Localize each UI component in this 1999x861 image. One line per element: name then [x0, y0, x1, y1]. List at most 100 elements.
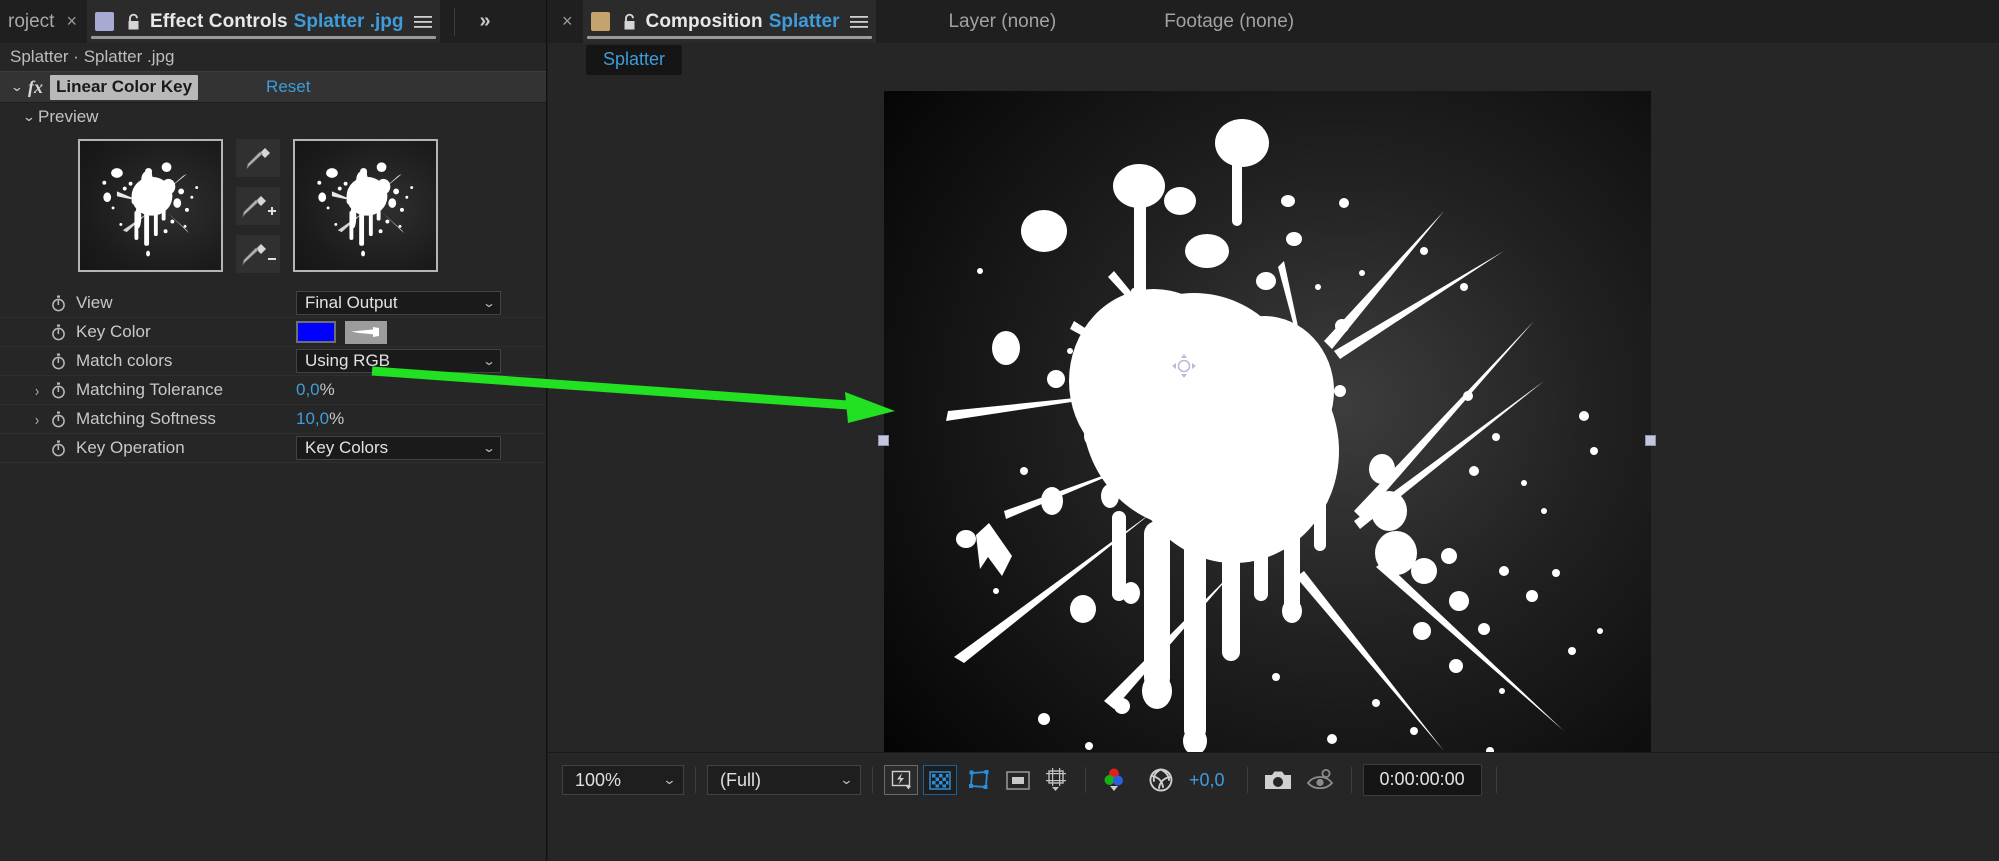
left-panel-tabbar: roject × Effect Controls Splatter .jpg »: [0, 0, 546, 43]
thumbnail-splatter-art: [102, 162, 199, 257]
close-icon[interactable]: ×: [66, 11, 77, 32]
toolbar-divider: [1246, 767, 1248, 793]
eyedropper-plus-icon[interactable]: [236, 187, 280, 225]
param-row-view[interactable]: › View Final Output ⌄: [0, 289, 546, 318]
chevron-down-icon: ⌄: [482, 441, 496, 455]
param-row-key-operation[interactable]: › Key Operation Key Colors ⌄: [0, 434, 546, 463]
expand-arrow-icon[interactable]: ›: [27, 381, 47, 399]
channel-rgb-icon[interactable]: [1097, 765, 1133, 795]
stopwatch-icon[interactable]: [47, 353, 69, 370]
effect-name-label[interactable]: Linear Color Key: [50, 74, 199, 100]
toolbar-divider: [695, 767, 696, 793]
expand-arrow-placeholder: ›: [27, 352, 47, 370]
exposure-value[interactable]: +0,0: [1189, 770, 1225, 791]
panel-menu-icon[interactable]: [850, 15, 869, 29]
tab-layer[interactable]: Layer (none): [922, 0, 1082, 43]
tab-project[interactable]: roject: [0, 0, 62, 43]
stopwatch-icon[interactable]: [47, 440, 69, 457]
fx-icon[interactable]: fx: [28, 77, 43, 98]
key-operation-dropdown[interactable]: Key Colors ⌄: [296, 436, 501, 460]
panel-menu-icon[interactable]: [414, 15, 433, 29]
lock-icon[interactable]: [126, 13, 141, 31]
composition-tabbar: × Composition Splatter Layer (none) Foot…: [548, 0, 1999, 43]
param-value-view[interactable]: Final Output ⌄: [296, 291, 501, 315]
panel-color-swatch: [94, 12, 114, 31]
expand-arrow-placeholder: ›: [27, 323, 47, 341]
stopwatch-icon[interactable]: [47, 411, 69, 428]
twirl-down-icon-preview[interactable]: ⌄: [18, 109, 41, 125]
expand-arrow-icon[interactable]: ›: [27, 410, 47, 428]
param-label-view: View: [76, 293, 113, 312]
twirl-down-icon[interactable]: ⌄: [6, 79, 29, 95]
camera-snapshot-icon[interactable]: [1259, 765, 1297, 795]
param-value-matching-tolerance[interactable]: 0,0%: [296, 380, 335, 401]
eyedropper-button-group: [236, 139, 280, 273]
matching-tolerance-value: 0,0: [296, 379, 320, 399]
selection-handle-left[interactable]: [878, 435, 889, 446]
tab-footage[interactable]: Footage (none): [1138, 0, 1320, 43]
reset-button[interactable]: Reset: [266, 77, 310, 97]
magnification-dropdown[interactable]: 100% ⌄: [562, 765, 684, 795]
close-icon[interactable]: ×: [562, 11, 573, 32]
composition-viewer[interactable]: 100% ⌄ (Full) ⌄ +0,0 0:00:00:00: [548, 77, 1999, 807]
param-value-match-colors[interactable]: Using RGB ⌄: [296, 349, 501, 373]
fast-previews-icon[interactable]: [884, 765, 918, 795]
match-colors-dropdown[interactable]: Using RGB ⌄: [296, 349, 501, 373]
parameter-list: › View Final Output ⌄: [0, 289, 546, 463]
param-value-matching-softness[interactable]: 10,0%: [296, 409, 344, 430]
region-of-interest-icon[interactable]: [962, 765, 996, 795]
transparency-grid-icon[interactable]: [923, 765, 957, 795]
exposure-aperture-icon[interactable]: [1143, 765, 1179, 795]
eyedropper-minus-icon[interactable]: [236, 235, 280, 273]
preview-thumbnail-result[interactable]: [293, 139, 438, 272]
effect-header-row[interactable]: ⌄ fx Linear Color Key Reset: [0, 71, 546, 103]
param-value-key-operation[interactable]: Key Colors ⌄: [296, 436, 501, 460]
param-row-matching-softness[interactable]: › Matching Softness 10,0%: [0, 405, 546, 434]
view-dropdown[interactable]: Final Output ⌄: [296, 291, 501, 315]
param-row-match-colors[interactable]: › Match colors Using RGB ⌄: [0, 347, 546, 376]
splatter-artwork: [884, 91, 1651, 806]
chevron-down-icon: ⌄: [482, 354, 496, 368]
param-value-key-color[interactable]: [296, 320, 387, 344]
tab-effect-controls-sublabel: Splatter .jpg: [293, 10, 404, 32]
param-label-match-colors: Match colors: [76, 351, 173, 370]
lock-icon[interactable]: [622, 13, 637, 31]
current-time-display[interactable]: 0:00:00:00: [1362, 764, 1482, 796]
param-label-matching-tolerance: Matching Tolerance: [76, 380, 224, 399]
tab-footage-label: Footage (none): [1164, 10, 1295, 32]
resolution-value: (Full): [720, 769, 761, 790]
chevron-down-icon: ⌄: [839, 772, 854, 787]
anchor-point-icon[interactable]: [1171, 353, 1197, 379]
mask-shape-overlay-icon[interactable]: [1001, 765, 1035, 795]
tab-layer-label: Layer (none): [948, 10, 1057, 32]
key-color-eyedropper-icon[interactable]: [345, 320, 387, 344]
param-row-matching-tolerance[interactable]: › Matching Tolerance 0,0%: [0, 376, 546, 405]
expand-arrow-placeholder: ›: [27, 294, 47, 312]
match-colors-dropdown-value: Using RGB: [305, 351, 391, 370]
panel-color-swatch: [590, 12, 610, 31]
show-snapshot-icon[interactable]: [1301, 765, 1339, 795]
panel-overflow-icon[interactable]: »: [469, 10, 500, 33]
selection-handle-right[interactable]: [1645, 435, 1656, 446]
guide-layer-icon[interactable]: [1040, 765, 1074, 795]
param-row-key-color[interactable]: › Key Color: [0, 318, 546, 347]
preview-group-header[interactable]: ⌄ Preview: [0, 103, 546, 131]
eyedropper-icon[interactable]: [236, 139, 280, 177]
preview-thumbnail-source[interactable]: [78, 139, 223, 272]
composition-breadcrumb-bar: Splatter: [548, 43, 1999, 77]
tab-composition[interactable]: Composition Splatter: [582, 0, 877, 43]
breadcrumb[interactable]: Splatter: [586, 45, 683, 75]
composition-toolbar: 100% ⌄ (Full) ⌄ +0,0 0:00:00:00: [548, 752, 1999, 807]
stopwatch-icon[interactable]: [47, 324, 69, 341]
after-effects-window: roject × Effect Controls Splatter .jpg »…: [0, 0, 1999, 861]
expand-arrow-placeholder: ›: [27, 439, 47, 457]
tab-effect-controls[interactable]: Effect Controls Splatter .jpg: [86, 0, 441, 43]
tab-composition-sublabel: Splatter: [768, 10, 840, 32]
resolution-dropdown[interactable]: (Full) ⌄: [707, 765, 861, 795]
composition-canvas[interactable]: [884, 91, 1651, 806]
stopwatch-icon[interactable]: [47, 382, 69, 399]
param-label-key-color: Key Color: [76, 322, 151, 341]
key-color-swatch[interactable]: [296, 321, 336, 343]
stopwatch-icon[interactable]: [47, 295, 69, 312]
magnification-value: 100%: [575, 769, 622, 790]
